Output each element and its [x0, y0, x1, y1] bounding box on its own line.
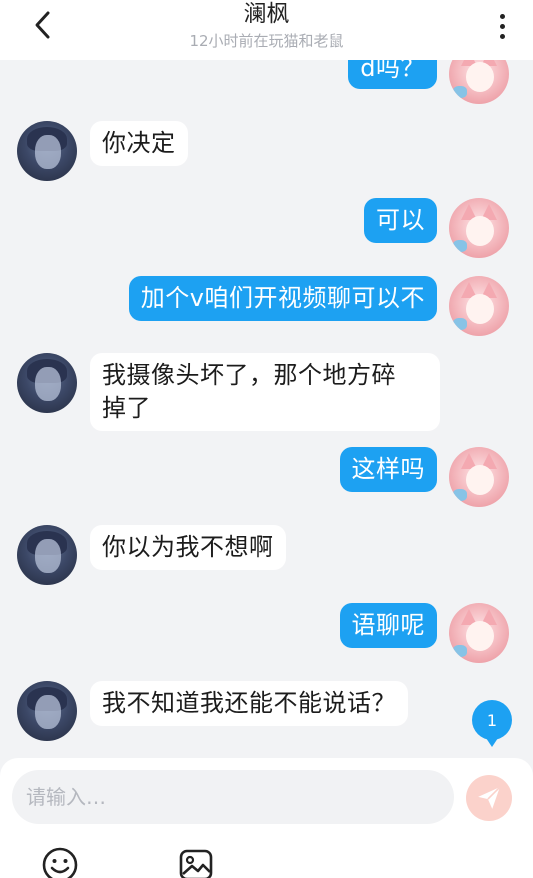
- image-button[interactable]: [177, 846, 215, 878]
- message-input[interactable]: [12, 770, 454, 824]
- contact-avatar[interactable]: [17, 353, 77, 413]
- message-row: 你以为我不想啊: [0, 525, 533, 585]
- my-avatar[interactable]: [449, 603, 509, 663]
- paper-plane-icon: [478, 786, 501, 809]
- more-vertical-icon: [499, 13, 505, 19]
- message-bubble-received: 你以为我不想啊: [90, 525, 286, 570]
- emoji-icon: [42, 847, 78, 878]
- message-bubble-sent: 加个v咱们开视频聊可以不: [128, 276, 437, 321]
- emoji-button[interactable]: [41, 846, 79, 878]
- my-avatar[interactable]: [449, 276, 509, 336]
- message-row: 加个v咱们开视频聊可以不: [0, 276, 533, 336]
- message-text-line: 掉了: [102, 394, 151, 422]
- message-row: 可以: [0, 198, 533, 258]
- contact-avatar[interactable]: [17, 681, 77, 741]
- my-avatar[interactable]: [449, 447, 509, 507]
- contact-avatar[interactable]: [17, 121, 77, 181]
- more-options-button[interactable]: [491, 8, 513, 44]
- message-row: 我摄像头坏了，那个地方碎 掉了: [0, 353, 533, 431]
- image-icon: [179, 849, 213, 878]
- message-bubble-sent: 可以: [364, 198, 437, 243]
- composer-bar: [0, 758, 533, 878]
- message-bubble-received: 你决定: [90, 121, 188, 166]
- message-row: 这样吗: [0, 447, 533, 507]
- message-bubble-received: 我不知道我还能不能说话？: [90, 681, 408, 726]
- message-text-line: 我摄像头坏了，那个地方碎: [102, 361, 396, 389]
- message-row: 我不知道我还能不能说话？: [0, 681, 533, 741]
- message-list[interactable]: d吗？ 你决定 可以 加个v咱们开视频聊可以不 我摄像头坏了，那个地方碎 掉了: [0, 0, 533, 760]
- contact-name: 澜枫: [243, 1, 290, 27]
- message-bubble-sent: 语聊呢: [339, 603, 437, 648]
- contact-avatar[interactable]: [17, 525, 77, 585]
- message-bubble-sent: 这样吗: [339, 447, 437, 492]
- my-avatar[interactable]: [449, 198, 509, 258]
- chat-header: 澜枫 12小时前在玩猫和老鼠: [0, 0, 533, 60]
- message-row: 你决定: [0, 121, 533, 181]
- message-row: 语聊呢: [0, 603, 533, 663]
- unread-count-badge[interactable]: 1: [472, 700, 512, 747]
- message-bubble-received: 我摄像头坏了，那个地方碎 掉了: [90, 353, 440, 431]
- send-button[interactable]: [466, 775, 512, 821]
- contact-status: 12小时前在玩猫和老鼠: [189, 32, 344, 50]
